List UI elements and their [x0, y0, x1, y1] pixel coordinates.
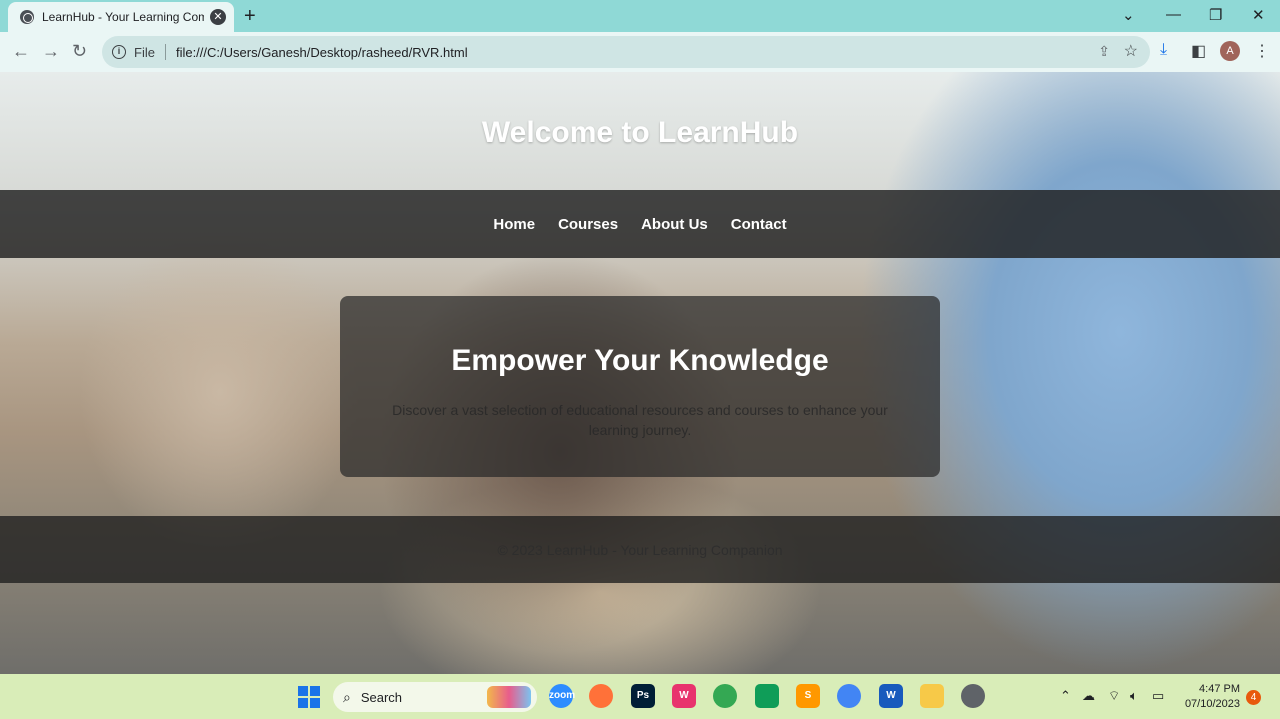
reload-button[interactable]: ↻: [72, 41, 87, 61]
photoshop-icon[interactable]: Ps: [631, 684, 655, 708]
main-nav: Home Courses About Us Contact: [0, 190, 1280, 258]
volume-icon[interactable]: 🔈︎: [1130, 688, 1138, 704]
browser-tab[interactable]: LearnHub - Your Learning Comp ✕: [8, 2, 234, 32]
url-scheme: File: [134, 44, 155, 60]
chrome-icon[interactable]: [713, 684, 737, 708]
minimize-button[interactable]: —: [1166, 6, 1181, 23]
tab-close-icon[interactable]: ✕: [210, 9, 226, 25]
address-bar[interactable]: i File file:///C:/Users/Ganesh/Desktop/r…: [102, 36, 1150, 68]
search-label: Search: [360, 689, 403, 705]
tab-title: LearnHub - Your Learning Comp: [42, 10, 204, 24]
browser-toolbar: ← → ↻ i File file:///C:/Users/Ganesh/Des…: [0, 32, 1280, 72]
hero-card: Empower Your Knowledge Discover a vast s…: [340, 296, 940, 477]
side-panel-icon[interactable]: ◧: [1191, 41, 1206, 61]
clock-time: 4:47 PM: [1199, 683, 1240, 695]
page-background: Welcome to LearnHub Home Courses About U…: [0, 72, 1280, 674]
hero-title: Welcome to LearnHub: [481, 116, 799, 149]
search-icon: ⌕: [343, 688, 351, 705]
forward-button[interactable]: →: [42, 41, 60, 61]
nav-courses[interactable]: Courses: [558, 216, 618, 233]
tab-search-icon[interactable]: ⌄: [1122, 6, 1135, 24]
nav-home[interactable]: Home: [493, 216, 535, 233]
browser-tab-bar: LearnHub - Your Learning Comp ✕ + ⌄ — ❐ …: [0, 0, 1280, 32]
download-icon[interactable]: ⤓: [1160, 41, 1167, 59]
search-highlight-icon: [487, 686, 531, 708]
share-icon[interactable]: ⇪: [1098, 43, 1110, 60]
new-tab-button[interactable]: +: [244, 6, 256, 26]
card-title: Empower Your Knowledge: [451, 344, 829, 377]
globe-icon: [20, 10, 34, 24]
battery-icon[interactable]: ▭: [1152, 688, 1164, 704]
word-icon[interactable]: W: [879, 684, 903, 708]
nav-contact[interactable]: Contact: [731, 216, 787, 233]
onedrive-icon[interactable]: ☁: [1082, 688, 1095, 704]
notification-badge[interactable]: 4: [1246, 690, 1261, 705]
wifi-icon[interactable]: ⌔: [1108, 688, 1120, 704]
page-footer: © 2023 LearnHub - Your Learning Companio…: [0, 516, 1280, 583]
sublime-icon[interactable]: S: [796, 684, 820, 708]
settings-icon[interactable]: [961, 684, 985, 708]
chrome-profile-icon[interactable]: [837, 684, 861, 708]
classroom-icon[interactable]: [755, 684, 779, 708]
zoom-icon[interactable]: zoom: [549, 684, 575, 708]
clock-date: 07/10/2023: [1184, 698, 1240, 710]
clock[interactable]: 4:47 PM 07/10/2023: [1182, 682, 1240, 712]
taskbar: ⌕ Search zoom Ps W S W ⌃ ☁ ⌔ 🔈︎ ▭ 4:47 PM 07…: [0, 674, 1280, 719]
close-window-button[interactable]: ✕: [1252, 6, 1265, 24]
bookmark-star-icon[interactable]: ☆: [1124, 41, 1138, 61]
back-button[interactable]: ←: [12, 41, 30, 61]
chevron-up-icon[interactable]: ⌃: [1060, 688, 1071, 704]
menu-kebab-icon[interactable]: ⋮: [1254, 41, 1270, 61]
url-text[interactable]: file:///C:/Users/Ganesh/Desktop/rasheed/…: [176, 45, 468, 60]
info-icon[interactable]: i: [112, 45, 126, 59]
profile-avatar[interactable]: A: [1220, 41, 1240, 61]
restore-button[interactable]: ❐: [1209, 6, 1222, 24]
footer-text: © 2023 LearnHub - Your Learning Companio…: [497, 541, 783, 558]
divider: [164, 44, 166, 60]
wps-icon[interactable]: W: [672, 684, 696, 708]
file-explorer-icon[interactable]: [920, 684, 944, 708]
firefox-icon[interactable]: [589, 684, 613, 708]
nav-about-us[interactable]: About Us: [641, 216, 708, 233]
card-text: Discover a vast selection of educational…: [392, 402, 888, 438]
taskbar-search[interactable]: ⌕ Search: [333, 682, 537, 712]
windows-start-icon[interactable]: [298, 686, 320, 708]
